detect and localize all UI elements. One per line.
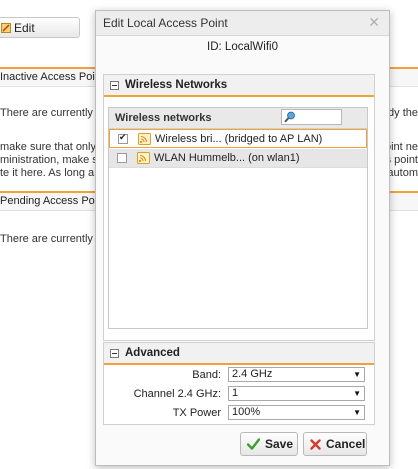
txpower-select[interactable]: 100% ▼ (228, 405, 365, 420)
dialog-titlebar[interactable]: Edit Local Access Point ✕ (96, 11, 389, 36)
info-text-line-2-right: s point (385, 154, 418, 166)
row-checkbox[interactable] (117, 153, 127, 163)
inactive-heading-text: Inactive Access Points (0, 71, 110, 83)
cancel-x-icon (310, 438, 321, 450)
save-button[interactable]: Save (240, 432, 298, 456)
band-value: 2.4 GHz (232, 368, 273, 380)
band-select[interactable]: 2.4 GHz ▼ (228, 367, 365, 382)
search-icon (284, 111, 295, 123)
channel-label: Channel 2.4 GHz: (133, 388, 221, 400)
advanced-section: Advanced Band: 2.4 GHz ▼ Channel 2.4 GHz… (103, 342, 375, 425)
chevron-down-icon: ▼ (353, 408, 361, 417)
info-text-line-3: te it here. As long a (0, 167, 95, 179)
info-text-line-2: ministration, make su (0, 154, 104, 166)
edit-button-label: Edit (14, 20, 35, 35)
wireless-network-icon (137, 152, 150, 164)
row-checkbox[interactable] (118, 132, 128, 144)
edit-button[interactable]: Edit (0, 17, 80, 38)
txpower-label: TX Power (172, 407, 221, 419)
wireless-networks-header[interactable]: Wireless Networks (104, 75, 374, 97)
cancel-button-label: Cancel (326, 437, 366, 451)
collapse-toggle-icon[interactable] (110, 348, 119, 358)
info-text-line-3-right: autom (387, 167, 418, 179)
txpower-value: 100% (232, 406, 261, 418)
advanced-title: Advanced (125, 347, 180, 359)
channel-value: 1 (232, 387, 239, 399)
edit-access-point-dialog: Edit Local Access Point ✕ ID: LocalWifi0… (95, 10, 390, 466)
band-label: Band: (192, 369, 221, 381)
grid-header-label: Wireless networks (115, 112, 212, 124)
list-item-wlan-hummelb[interactable]: WLAN Hummelb... (on wlan1) (109, 149, 367, 168)
close-icon[interactable]: ✕ (368, 14, 380, 31)
band-row: Band: 2.4 GHz ▼ (104, 367, 376, 383)
channel-select[interactable]: 1 ▼ (228, 386, 365, 401)
pending-empty-text: There are currently no (0, 233, 109, 245)
edit-pencil-icon (1, 22, 11, 33)
access-point-id: ID: LocalWifi0 (207, 41, 278, 53)
save-button-label: Save (265, 437, 294, 451)
dialog-title: Edit Local Access Point (103, 16, 228, 30)
inactive-empty-text: There are currently no (0, 107, 109, 119)
wireless-networks-title: Wireless Networks (125, 79, 228, 91)
list-item-wireless-bridged[interactable]: Wireless bri... (bridged to AP LAN) (109, 129, 367, 148)
txpower-row: TX Power 100% ▼ (104, 405, 376, 421)
row-label: WLAN Hummelb... (on wlan1) (154, 152, 300, 164)
collapse-toggle-icon[interactable] (110, 80, 119, 90)
chevron-down-icon: ▼ (353, 389, 361, 398)
checkmark-icon (247, 438, 260, 450)
wireless-network-icon (138, 132, 151, 145)
inactive-empty-text-right: dy the (388, 107, 418, 119)
info-text-line-1: make sure that only (0, 141, 96, 153)
chevron-down-icon: ▼ (353, 370, 361, 379)
channel-row: Channel 2.4 GHz: 1 ▼ (104, 386, 376, 402)
cancel-button[interactable]: Cancel (303, 432, 367, 456)
advanced-header[interactable]: Advanced (104, 343, 374, 365)
search-input[interactable] (281, 109, 342, 125)
grid-header: Wireless networks (109, 108, 367, 129)
wireless-networks-grid: Wireless networks Wireless bri... (bridg… (108, 107, 368, 329)
row-label: Wireless bri... (bridged to AP LAN) (155, 132, 323, 145)
